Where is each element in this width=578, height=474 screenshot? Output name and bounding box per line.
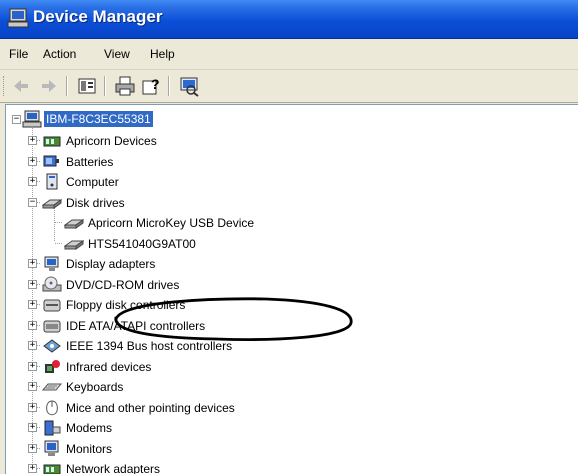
modem-icon bbox=[44, 420, 61, 436]
forward-arrow-icon[interactable] bbox=[38, 75, 60, 97]
computer-icon bbox=[46, 173, 58, 190]
menu-view-label: View bbox=[104, 47, 130, 61]
expand-toggle[interactable]: + bbox=[28, 136, 37, 145]
tree-category-label[interactable]: Modems bbox=[64, 420, 114, 436]
tree-device-label[interactable]: HTS541040G9AT00 bbox=[86, 236, 198, 252]
expand-toggle[interactable]: + bbox=[28, 443, 37, 453]
tree-category-label[interactable]: Batteries bbox=[64, 154, 115, 170]
menu-file[interactable]: File bbox=[9, 47, 28, 61]
back-arrow-icon[interactable] bbox=[10, 75, 32, 97]
expand-toggle[interactable]: + bbox=[28, 382, 37, 391]
menu-bar: File Action View Help bbox=[0, 39, 578, 70]
toolbar: ? bbox=[0, 70, 578, 103]
tree-category-label[interactable]: Display adapters bbox=[64, 256, 157, 272]
tree-connector bbox=[55, 242, 62, 244]
expand-toggle[interactable]: + bbox=[28, 464, 37, 473]
tree-category-label[interactable]: Network adapters bbox=[64, 461, 162, 474]
tree-category-label[interactable]: Monitors bbox=[64, 441, 114, 457]
help-icon[interactable]: ? bbox=[140, 75, 162, 97]
annotation-ellipse bbox=[114, 297, 353, 341]
expand-toggle[interactable]: + bbox=[28, 177, 37, 186]
ide-controller-icon bbox=[43, 320, 61, 332]
tree-category-label[interactable]: Infrared devices bbox=[64, 359, 153, 375]
tree-device-label[interactable]: Apricorn MicroKey USB Device bbox=[86, 215, 256, 231]
title-bar[interactable]: Device Manager bbox=[0, 0, 578, 39]
disk-drive-icon bbox=[42, 198, 62, 209]
toolbar-separator bbox=[168, 76, 170, 96]
monitor-icon bbox=[44, 440, 59, 456]
toolbar-separator bbox=[104, 76, 106, 96]
menu-action-label: Action bbox=[43, 47, 77, 61]
tree-root-label[interactable]: IBM-F8C3EC55381 bbox=[44, 111, 153, 127]
expand-toggle[interactable]: + bbox=[28, 341, 37, 350]
computer-icon bbox=[22, 110, 42, 128]
infrared-icon bbox=[45, 359, 60, 373]
tree-connector bbox=[54, 207, 55, 241]
tree-category-label[interactable]: Computer bbox=[64, 174, 121, 190]
menu-action[interactable]: Action bbox=[43, 47, 76, 61]
expand-toggle[interactable]: + bbox=[28, 361, 37, 371]
display-adapter-icon bbox=[44, 256, 59, 271]
expand-toggle[interactable]: + bbox=[28, 279, 37, 289]
svg-text:?: ? bbox=[151, 76, 160, 92]
device-tree[interactable]: − IBM-F8C3EC55381 + Apricorn Devices + Batt… bbox=[5, 104, 578, 474]
expand-toggle[interactable]: + bbox=[28, 402, 37, 412]
expand-toggle[interactable]: + bbox=[28, 156, 37, 166]
toolbar-separator bbox=[66, 76, 68, 96]
ieee1394-icon bbox=[43, 339, 61, 353]
toolbar-grip[interactable] bbox=[3, 76, 7, 96]
battery-icon bbox=[43, 155, 59, 166]
tree-category-label[interactable]: DVD/CD-ROM drives bbox=[64, 277, 181, 293]
print-icon[interactable] bbox=[114, 75, 136, 97]
scan-hardware-icon[interactable] bbox=[178, 75, 200, 97]
tree-connector bbox=[55, 222, 62, 223]
menu-view[interactable]: View bbox=[104, 47, 130, 61]
collapse-toggle[interactable]: − bbox=[28, 197, 37, 207]
menu-help-label: Help bbox=[150, 47, 175, 61]
properties-icon[interactable] bbox=[76, 75, 98, 97]
expand-toggle[interactable]: + bbox=[28, 259, 37, 268]
disk-drive-icon bbox=[64, 219, 84, 229]
tree-category-label[interactable]: Apricorn Devices bbox=[64, 133, 159, 149]
floppy-controller-icon bbox=[43, 299, 61, 312]
expand-toggle[interactable]: + bbox=[28, 320, 37, 330]
expand-toggle[interactable]: + bbox=[28, 300, 37, 309]
device-manager-window: Device Manager File Action View Help ? −… bbox=[0, 0, 578, 474]
apricorn-device-icon bbox=[43, 136, 61, 147]
menu-file-label: File bbox=[9, 47, 29, 61]
window-title: Device Manager bbox=[33, 7, 163, 26]
keyboard-icon bbox=[42, 383, 62, 391]
network-adapter-icon bbox=[43, 464, 61, 474]
disk-drive-icon bbox=[64, 239, 84, 250]
computer-icon bbox=[7, 8, 29, 28]
expand-toggle[interactable]: + bbox=[28, 423, 37, 432]
menu-help[interactable]: Help bbox=[150, 47, 175, 61]
collapse-toggle[interactable]: − bbox=[12, 115, 21, 124]
dvd-drive-icon bbox=[42, 276, 62, 291]
tree-category-label[interactable]: Keyboards bbox=[64, 379, 125, 395]
tree-category-label[interactable]: Disk drives bbox=[64, 195, 127, 211]
mouse-icon bbox=[46, 399, 58, 415]
tree-category-label[interactable]: Mice and other pointing devices bbox=[64, 400, 237, 416]
